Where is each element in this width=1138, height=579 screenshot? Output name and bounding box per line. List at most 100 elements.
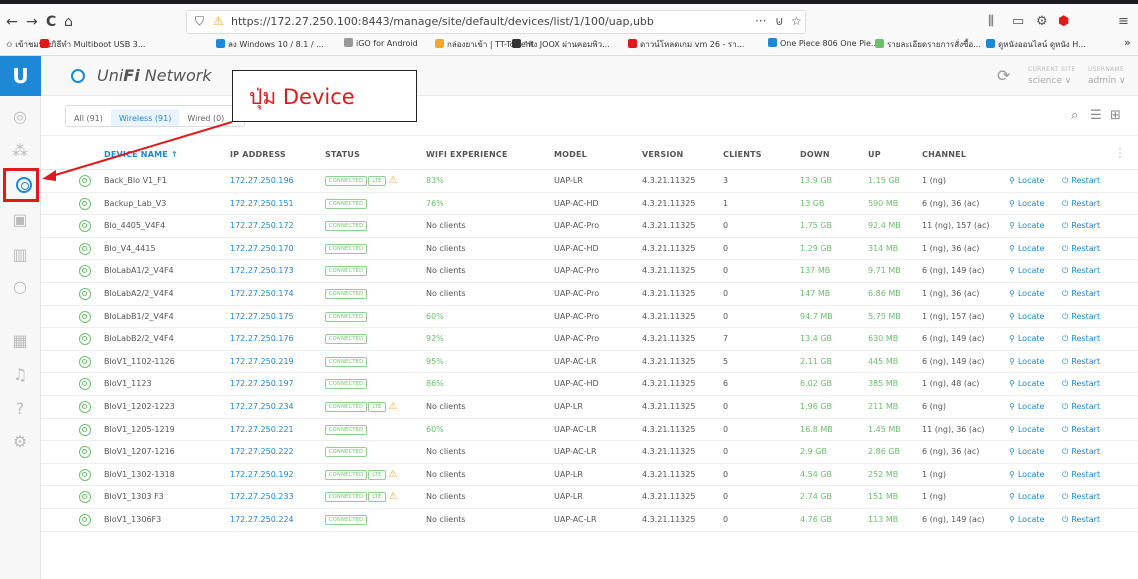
table-row[interactable]: Blo_4405_V4F4 172.27.250.172 CONNECTED No c… [41,215,1138,238]
ip-address[interactable]: 172.27.250.173 [230,266,294,275]
menu-icon[interactable]: ≡ [1118,14,1129,29]
table-row[interactable]: BloLabB2/2_V4F4 172.27.250.176 CONNECTED 92… [41,328,1138,351]
restart-button[interactable]: ⏻ Restart [1062,515,1100,525]
statistics-icon[interactable]: ▥ [9,244,31,266]
tab-all[interactable]: All (91) [66,109,111,126]
locate-button[interactable]: ⚲ Locate [1009,447,1044,456]
table-row[interactable]: BloV1_1205-1219 172.27.250.221 CONNECTED 60… [41,419,1138,442]
locate-button[interactable]: ⚲ Locate [1009,470,1044,479]
list-view-icon[interactable]: ☰ [1090,108,1102,123]
restart-button[interactable]: ⏻ Restart [1062,425,1100,435]
tab-wired[interactable]: Wired (0) [179,109,232,126]
restart-button[interactable]: ⏻ Restart [1062,447,1100,457]
locate-button[interactable]: ⚲ Locate [1009,334,1044,343]
locate-button[interactable]: ⚲ Locate [1009,312,1044,321]
locate-button[interactable]: ⚲ Locate [1009,221,1044,230]
col-clients[interactable]: CLIENTS [723,150,762,159]
table-row[interactable]: BloLabA1/2_V4F4 172.27.250.173 CONNECTED No… [41,260,1138,283]
locate-button[interactable]: ⚲ Locate [1009,515,1044,524]
lock-warning-icon[interactable]: ⚠ [213,14,224,28]
ip-address[interactable]: 172.27.250.234 [230,402,294,411]
device-name[interactable]: Blo_V4_4415 [104,244,156,253]
col-channel[interactable]: CHANNEL [922,150,966,159]
ip-address[interactable]: 172.27.250.233 [230,492,294,501]
restart-button[interactable]: ⏻ Restart [1062,266,1100,276]
device-name[interactable]: BloV1_1302-1318 [104,470,175,479]
column-options-icon[interactable]: ⋮ [1114,146,1126,160]
adblock-icon[interactable]: ⬢ [1058,14,1069,29]
ip-address[interactable]: 172.27.250.197 [230,379,294,388]
table-row[interactable]: BloV1_1207-1216 172.27.250.222 CONNECTED No… [41,441,1138,464]
alerts-icon[interactable]: ♫ [9,364,31,386]
device-name[interactable]: BloLabB1/2_V4F4 [104,312,174,321]
bookmark-item[interactable]: "ฟัง JOOX ผ่านคอมพิว... [512,38,610,51]
col-status[interactable]: STATUS [325,150,360,159]
bookmark-item[interactable]: ดาวน์โหลดเกม vm 26 - รา... [628,38,744,51]
col-model[interactable]: MODEL [554,150,587,159]
device-name[interactable]: BloV1_1306F3 [104,515,161,524]
restart-button[interactable]: ⏻ Restart [1062,492,1100,502]
restart-button[interactable]: ⏻ Restart [1062,334,1100,344]
bookmark-item[interactable]: iGO for Android [344,38,418,48]
ip-address[interactable]: 172.27.250.224 [230,515,294,524]
locate-button[interactable]: ⚲ Locate [1009,492,1044,501]
table-row[interactable]: BloV1_1302-1318 172.27.250.192 CONNECTED LT… [41,464,1138,487]
restart-button[interactable]: ⏻ Restart [1062,379,1100,389]
url-bar[interactable]: ⛉ ⚠ https://172.27.250.100:8443/manage/s… [186,10,806,34]
ip-address[interactable]: 172.27.250.221 [230,425,294,434]
locate-button[interactable]: ⚲ Locate [1009,425,1044,434]
restart-button[interactable]: ⏻ Restart [1062,244,1100,254]
locate-button[interactable]: ⚲ Locate [1009,176,1044,185]
device-name[interactable]: Back_Blo V1_F1 [104,176,167,185]
ip-address[interactable]: 172.27.250.219 [230,357,294,366]
table-row[interactable]: Blo_V4_4415 172.27.250.170 CONNECTED No cli… [41,238,1138,261]
ip-address[interactable]: 172.27.250.170 [230,244,294,253]
unifi-logo[interactable]: U [0,56,41,96]
bookmark-item[interactable]: ดูหนังออนไลน์ ดูหนัง H... [986,38,1086,51]
col-version[interactable]: VERSION [642,150,683,159]
bookmark-item[interactable]: วิธีทำ Multiboot USB 3... [40,38,145,51]
url-text[interactable]: https://172.27.250.100:8443/manage/site/… [231,15,654,28]
bookmarks-overflow-icon[interactable]: » [1124,36,1131,49]
ip-address[interactable]: 172.27.250.192 [230,470,294,479]
table-row[interactable]: BloV1_1303 F3 172.27.250.233 CONNECTED LTE ⚠… [41,486,1138,509]
user-menu[interactable]: admin ∨ [1088,76,1126,86]
settings-icon[interactable]: ⚙ [9,431,31,453]
device-name[interactable]: BloV1_1205-1219 [104,425,175,434]
col-device-name[interactable]: DEVICE NAME ↑ [104,150,178,159]
restart-button[interactable]: ⏻ Restart [1062,176,1100,186]
tab-wireless[interactable]: Wireless (91) [110,109,180,126]
events-icon[interactable]: ▦ [9,330,31,352]
locate-button[interactable]: ⚲ Locate [1009,357,1044,366]
refresh-icon[interactable]: ⟳ [997,66,1010,85]
locate-button[interactable]: ⚲ Locate [1009,244,1044,253]
grid-view-icon[interactable]: ⊞ [1110,108,1121,123]
device-name[interactable]: BloV1_1207-1216 [104,447,175,456]
ip-address[interactable]: 172.27.250.172 [230,221,294,230]
extension-icon[interactable]: ⚙ [1036,14,1048,29]
table-row[interactable]: Backup_Lab_V3 172.27.250.151 CONNECTED 76% U… [41,193,1138,216]
shield-icon[interactable]: ⛉ [195,14,204,29]
library-icon[interactable]: ⫼ [988,14,994,29]
ip-address[interactable]: 172.27.250.196 [230,176,294,185]
restart-button[interactable]: ⏻ Restart [1062,289,1100,299]
table-row[interactable]: Back_Blo V1_F1 172.27.250.196 CONNECTED LTE… [41,170,1138,193]
insights-icon[interactable]: ○ [9,276,31,298]
bookmark-item[interactable]: รายละเอียดรายการสั่งซื้อ... [875,38,981,51]
col-down[interactable]: DOWN [800,150,830,159]
table-row[interactable]: BloV1_1306F3 172.27.250.224 CONNECTED No cl… [41,509,1138,532]
reader-icon[interactable]: ▭ [1012,14,1024,29]
device-name[interactable]: BloV1_1102-1126 [104,357,175,366]
restart-button[interactable]: ⏻ Restart [1062,199,1100,209]
locate-button[interactable]: ⚲ Locate [1009,266,1044,275]
table-row[interactable]: BloV1_1123 172.27.250.197 CONNECTED 86% UAP-… [41,373,1138,396]
locate-button[interactable]: ⚲ Locate [1009,289,1044,298]
col-up[interactable]: UP [868,150,881,159]
search-icon[interactable]: ⌕ [1071,108,1078,123]
topology-icon[interactable]: ⁂ [9,140,31,162]
table-row[interactable]: BloV1_1202-1223 172.27.250.234 CONNECTED LT… [41,396,1138,419]
reload-icon[interactable]: C [46,14,56,30]
device-name[interactable]: Backup_Lab_V3 [104,199,166,208]
ip-address[interactable]: 172.27.250.222 [230,447,294,456]
bookmark-item[interactable]: ลง Windows 10 / 8.1 / ... [216,38,324,51]
